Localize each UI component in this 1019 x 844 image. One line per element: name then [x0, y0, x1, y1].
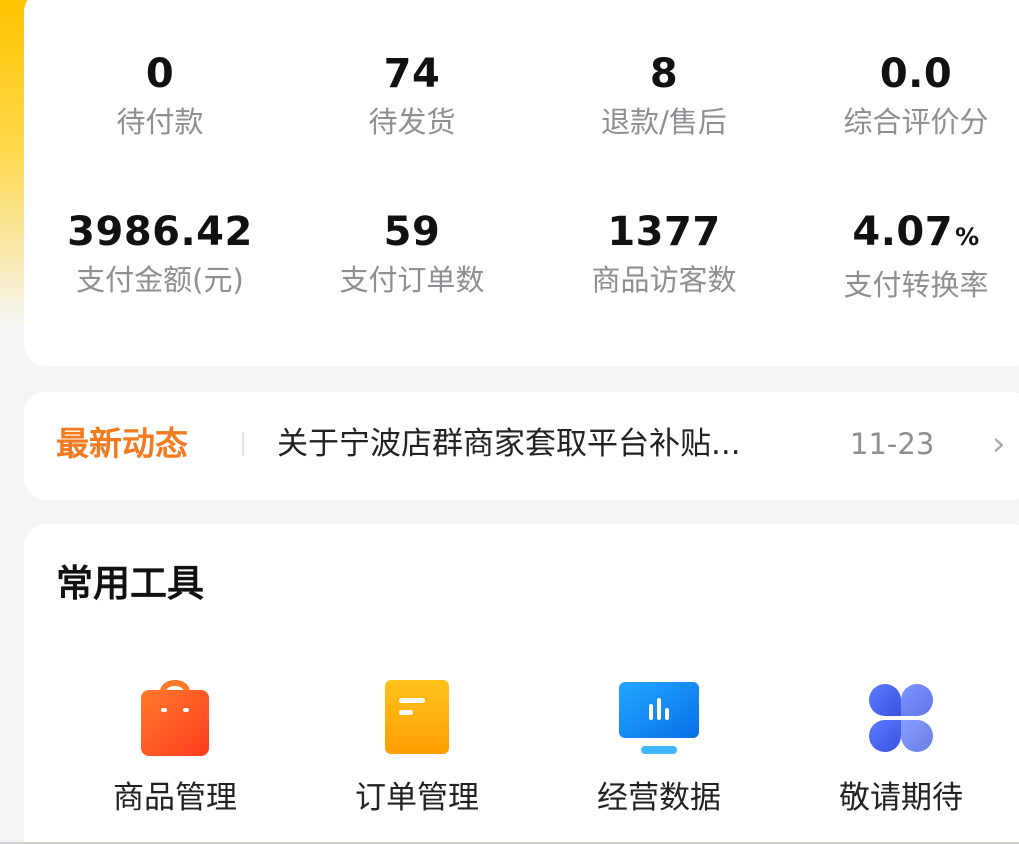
stat-value: 59	[383, 209, 441, 255]
stat-label: 待付款	[116, 105, 204, 139]
stat-value: 0	[145, 51, 175, 97]
stat-value: 4.07%	[790, 208, 1019, 261]
shopping-bag-icon	[54, 670, 296, 766]
stat-refund-aftersale[interactable]: 8 退款/售后	[538, 50, 790, 140]
news-divider	[242, 432, 244, 456]
stat-value: 8	[649, 51, 679, 97]
tool-business-data[interactable]: 经营数据	[538, 670, 780, 818]
latest-news-bar[interactable]: 最新动态 关于宁波店群商家套取平台补贴... 11-23 ›	[24, 392, 1019, 500]
stat-unit: %	[955, 223, 980, 251]
stat-pending-shipment[interactable]: 74 待发货	[286, 50, 538, 140]
stat-pending-payment[interactable]: 0 待付款	[34, 50, 286, 140]
news-headline[interactable]: 关于宁波店群商家套取平台补贴...	[277, 422, 741, 466]
stat-conversion-rate[interactable]: 4.07% 支付转换率	[790, 208, 1019, 303]
tool-label: 订单管理	[355, 780, 479, 816]
store-dashboard: 0 待付款 74 待发货 8 退款/售后 0.0 综合评价分 3986.42 支…	[0, 0, 1019, 844]
stat-payment-amount[interactable]: 3986.42 支付金额(元)	[34, 208, 286, 298]
tool-label: 敬请期待	[839, 780, 963, 816]
stat-label: 退款/售后	[601, 105, 727, 139]
stat-product-visitors[interactable]: 1377 商品访客数	[538, 208, 790, 298]
order-document-icon	[296, 670, 538, 766]
tools-title: 常用工具	[56, 562, 204, 605]
tool-label: 经营数据	[597, 780, 721, 816]
stat-value: 0.0	[879, 51, 953, 97]
stat-value: 74	[383, 51, 441, 97]
stat-label: 待发货	[368, 105, 456, 139]
common-tools-card: 常用工具 商品管理 订单管理 经营数据 敬请期待	[24, 524, 1019, 844]
tool-coming-soon[interactable]: 敬请期待	[780, 670, 1019, 818]
stat-label: 支付转换率	[843, 268, 989, 302]
stat-label: 商品访客数	[591, 263, 737, 297]
news-date: 11-23	[850, 427, 935, 461]
stat-label: 综合评价分	[843, 105, 989, 139]
stat-label: 支付订单数	[339, 263, 485, 297]
stat-label: 支付金额(元)	[76, 263, 244, 297]
tool-order-management[interactable]: 订单管理	[296, 670, 538, 818]
stat-number: 4.07	[852, 209, 954, 255]
data-monitor-icon	[538, 670, 780, 766]
news-title: 最新动态	[56, 424, 188, 463]
stat-value: 1377	[607, 209, 721, 255]
four-petal-icon	[780, 670, 1019, 766]
stat-overall-rating[interactable]: 0.0 综合评价分	[790, 50, 1019, 140]
stat-value: 3986.42	[67, 209, 253, 255]
tool-product-management[interactable]: 商品管理	[54, 670, 296, 818]
stats-card: 0 待付款 74 待发货 8 退款/售后 0.0 综合评价分 3986.42 支…	[24, 0, 1019, 366]
tool-label: 商品管理	[113, 780, 237, 816]
stat-paid-orders[interactable]: 59 支付订单数	[286, 208, 538, 298]
chevron-right-icon[interactable]: ›	[992, 422, 1006, 466]
